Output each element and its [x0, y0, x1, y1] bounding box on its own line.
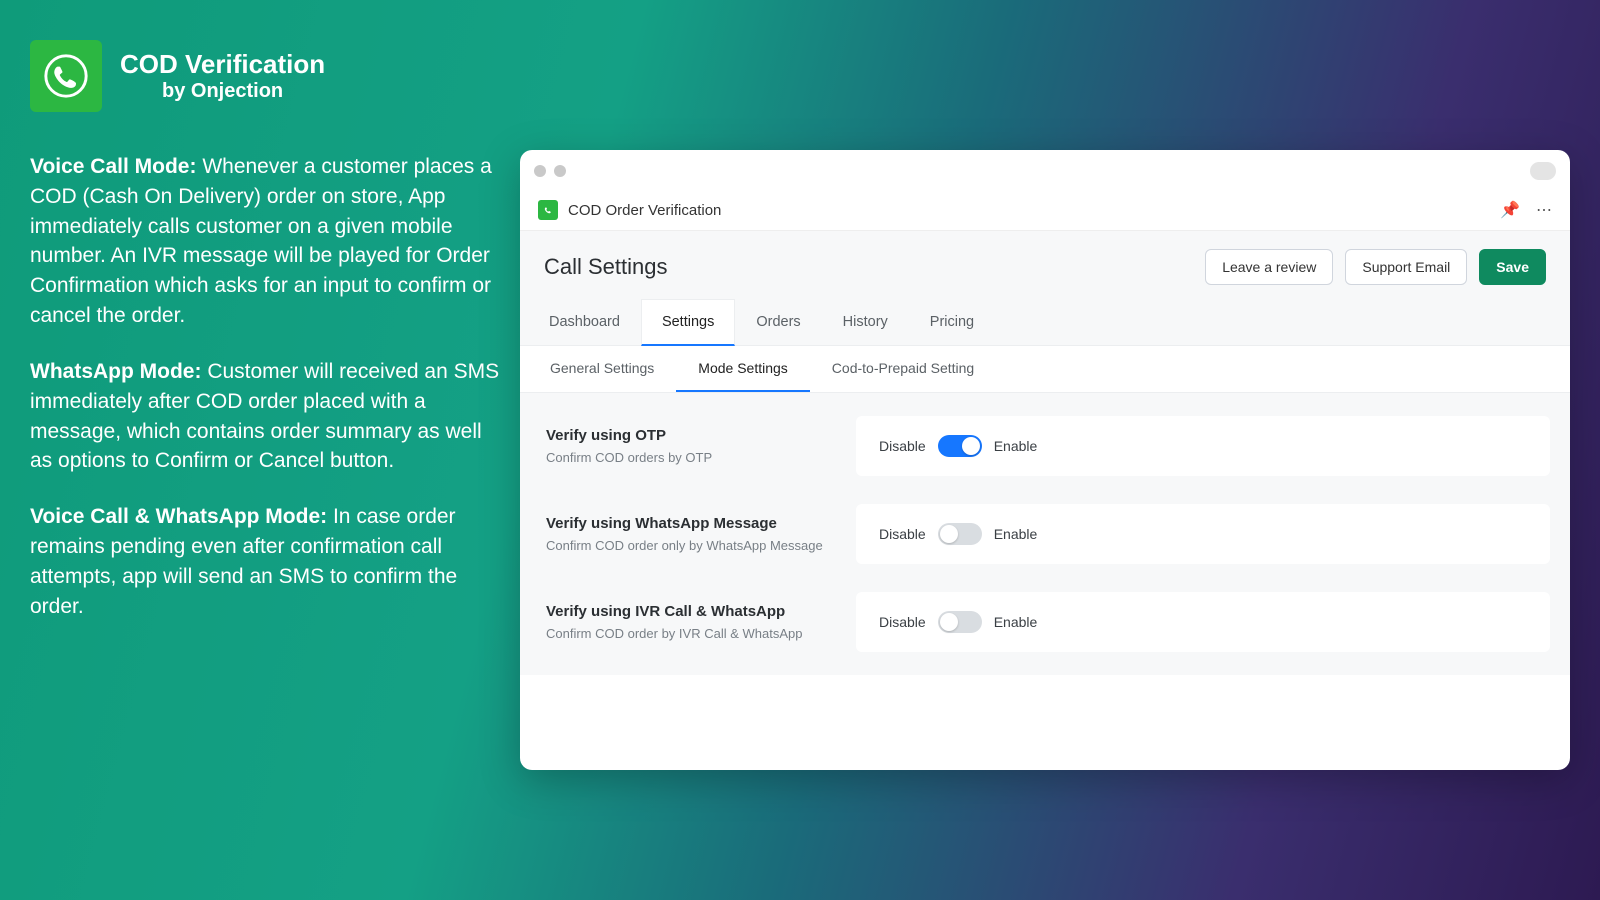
marketing-para-3: Voice Call & WhatsApp Mode: In case orde… — [30, 502, 500, 621]
toggle[interactable] — [938, 611, 982, 633]
toggle-on-label: Enable — [994, 526, 1038, 542]
setting-right: Disable Enable — [856, 416, 1550, 476]
brand-block: COD Verification by Onjection — [30, 40, 500, 112]
setting-right: Disable Enable — [856, 504, 1550, 564]
tab-settings[interactable]: Settings — [641, 299, 735, 346]
brand-text: COD Verification by Onjection — [120, 49, 325, 103]
subtab-general-settings[interactable]: General Settings — [528, 346, 676, 392]
page-header: Call Settings Leave a review Support Ema… — [520, 231, 1570, 299]
tab-dashboard[interactable]: Dashboard — [528, 299, 641, 345]
toggle[interactable] — [938, 435, 982, 457]
subtab-cod-to-prepaid-setting[interactable]: Cod-to-Prepaid Setting — [810, 346, 996, 392]
marketing-para-1: Voice Call Mode: Whenever a customer pla… — [30, 152, 500, 331]
window-titlebar — [520, 150, 1570, 192]
para2-bold: WhatsApp Mode: — [30, 360, 201, 383]
window-dot — [554, 165, 566, 177]
setting-subtitle: Confirm COD order only by WhatsApp Messa… — [546, 538, 848, 553]
avatar[interactable] — [1530, 162, 1556, 180]
para3-bold: Voice Call & WhatsApp Mode: — [30, 505, 327, 528]
tabs: DashboardSettingsOrdersHistoryPricing — [520, 299, 1570, 346]
phone-app-icon — [30, 40, 102, 112]
phone-small-icon — [538, 200, 558, 220]
toggle-off-label: Disable — [879, 438, 926, 454]
support-email-button[interactable]: Support Email — [1345, 249, 1467, 285]
setting-left: Verify using IVR Call & WhatsApp Confirm … — [546, 587, 856, 657]
page-title: Call Settings — [544, 254, 668, 280]
setting-title: Verify using WhatsApp Message — [546, 515, 848, 532]
setting-row: Verify using OTP Confirm COD orders by OT… — [540, 411, 1550, 481]
leave-review-button[interactable]: Leave a review — [1205, 249, 1333, 285]
para1-bold: Voice Call Mode: — [30, 155, 196, 178]
marketing-para-2: WhatsApp Mode: Customer will received an… — [30, 357, 500, 476]
save-button[interactable]: Save — [1479, 249, 1546, 285]
setting-title: Verify using IVR Call & WhatsApp — [546, 603, 848, 620]
tab-history[interactable]: History — [822, 299, 909, 345]
tab-orders[interactable]: Orders — [735, 299, 821, 345]
brand-title: COD Verification — [120, 49, 325, 80]
setting-left: Verify using OTP Confirm COD orders by OT… — [546, 411, 856, 481]
settings-list: Verify using OTP Confirm COD orders by OT… — [520, 393, 1570, 675]
subtabs: General SettingsMode SettingsCod-to-Prep… — [520, 346, 1570, 393]
toggle-off-label: Disable — [879, 614, 926, 630]
setting-title: Verify using OTP — [546, 427, 848, 444]
setting-subtitle: Confirm COD order by IVR Call & WhatsApp — [546, 626, 848, 641]
setting-subtitle: Confirm COD orders by OTP — [546, 450, 848, 465]
window-dot — [534, 165, 546, 177]
setting-right: Disable Enable — [856, 592, 1550, 652]
toggle[interactable] — [938, 523, 982, 545]
setting-row: Verify using WhatsApp Message Confirm COD… — [540, 499, 1550, 569]
toggle-on-label: Enable — [994, 438, 1038, 454]
para1-text: Whenever a customer places a COD (Cash O… — [30, 155, 492, 327]
marketing-column: COD Verification by Onjection Voice Call… — [30, 40, 520, 860]
tab-pricing[interactable]: Pricing — [909, 299, 995, 345]
brand-subtitle: by Onjection — [120, 80, 325, 103]
toggle-off-label: Disable — [879, 526, 926, 542]
appbar-title: COD Order Verification — [568, 202, 721, 219]
toggle-on-label: Enable — [994, 614, 1038, 630]
subtab-mode-settings[interactable]: Mode Settings — [676, 346, 810, 392]
pin-icon[interactable]: 📌 — [1500, 200, 1520, 220]
more-icon[interactable]: ⋯ — [1536, 200, 1552, 220]
app-bar: COD Order Verification 📌 ⋯ — [520, 192, 1570, 231]
setting-row: Verify using IVR Call & WhatsApp Confirm … — [540, 587, 1550, 657]
app-window: COD Order Verification 📌 ⋯ Call Settings… — [520, 150, 1570, 770]
setting-left: Verify using WhatsApp Message Confirm COD… — [546, 499, 856, 569]
